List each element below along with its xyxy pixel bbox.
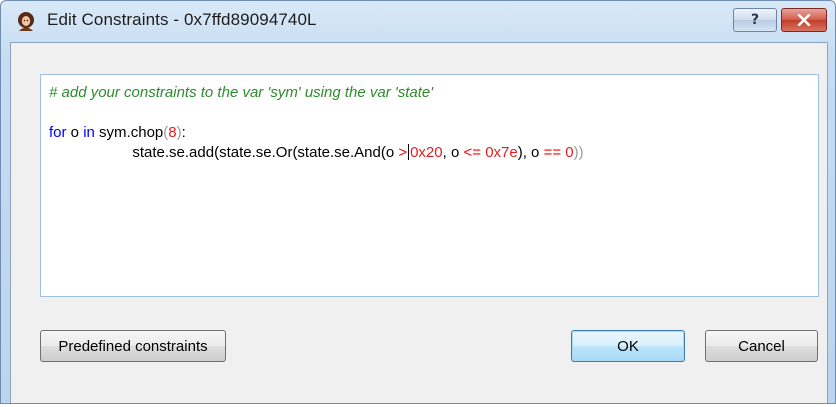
operator-gt: > — [398, 144, 408, 161]
number-literal: 0 — [565, 144, 574, 161]
close-button[interactable] — [781, 8, 827, 32]
code-text: ), o — [517, 144, 544, 161]
close-icon — [797, 14, 811, 26]
code-text: , o — [442, 144, 464, 161]
number-literal: 8 — [168, 124, 177, 141]
help-button[interactable]: ? — [733, 8, 777, 32]
title-bar[interactable]: Edit Constraints - 0x7ffd89094740L ? — [1, 1, 835, 41]
code-text: sym.chop — [94, 124, 164, 141]
code-editor[interactable]: # add your constraints to the var 'sym' … — [40, 74, 819, 297]
code-line-add: state.se.add(state.se.Or(state.se.And(o … — [49, 143, 810, 163]
number-literal: 0x20 — [410, 144, 443, 161]
code-comment: # add your constraints to the var 'sym' … — [49, 84, 434, 101]
dialog-body: # add your constraints to the var 'sym' … — [10, 42, 828, 403]
help-icon: ? — [750, 12, 760, 28]
keyword-for: for — [49, 124, 67, 141]
colon: : — [181, 124, 186, 141]
code-line-for: for o in sym.chop(8): — [49, 123, 810, 143]
cancel-button[interactable]: Cancel — [705, 330, 818, 362]
app-icon — [15, 11, 37, 33]
code-text: )) — [573, 144, 584, 161]
number-literal: 0x7e — [485, 144, 518, 161]
code-text: state.se.add(state.se.Or(state.se.And(o — [132, 144, 399, 161]
code-text: o — [66, 124, 84, 141]
window-title: Edit Constraints - 0x7ffd89094740L — [47, 10, 317, 29]
predefined-constraints-button[interactable]: Predefined constraints — [40, 330, 226, 362]
dialog-window: Edit Constraints - 0x7ffd89094740L ? # a… — [0, 0, 836, 404]
operator-le: <= — [463, 144, 482, 161]
text-caret — [408, 144, 410, 160]
ok-button[interactable]: OK — [571, 330, 685, 362]
operator-eq: == — [543, 144, 562, 161]
keyword-in: in — [83, 124, 95, 141]
